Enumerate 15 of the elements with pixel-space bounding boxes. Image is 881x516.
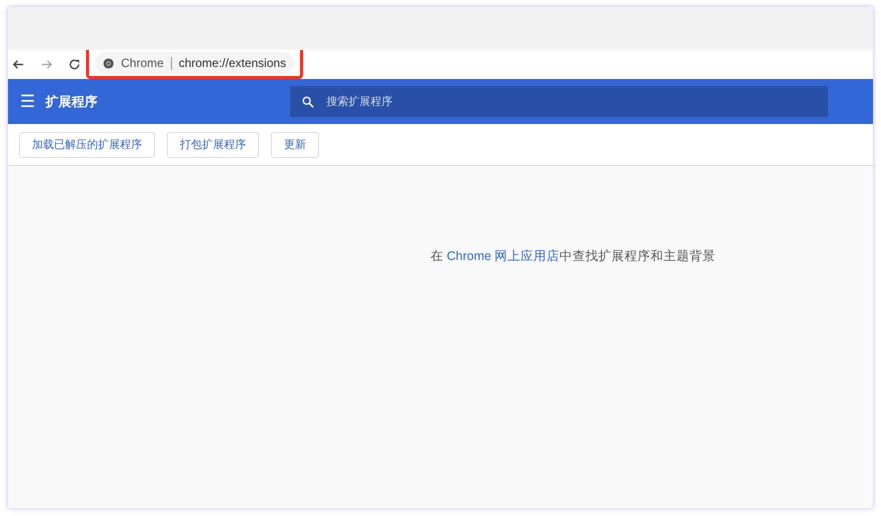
web-store-link[interactable]: Chrome 网上应用店 [446, 249, 560, 263]
page-title: 扩展程序 [45, 92, 98, 110]
search-icon [302, 96, 314, 108]
action-button[interactable]: 更新 [271, 132, 319, 158]
origin-label: Chrome [121, 56, 164, 70]
empty-message: 在 Chrome 网上应用店中查找扩展程序和主题背景 [430, 248, 716, 265]
address-bar[interactable]: Chrome chrome://extensions [95, 52, 294, 74]
search-field[interactable]: 搜索扩展程序 [290, 86, 828, 117]
menu-icon[interactable]: ☰ [20, 92, 36, 112]
reload-icon[interactable] [68, 58, 81, 71]
back-icon[interactable] [12, 58, 25, 71]
action-button[interactable]: 打包扩展程序 [167, 132, 259, 158]
chrome-logo-icon [103, 58, 114, 68]
action-button[interactable]: 加载已解压的扩展程序 [19, 132, 155, 158]
url-text: chrome://extensions [178, 56, 286, 70]
